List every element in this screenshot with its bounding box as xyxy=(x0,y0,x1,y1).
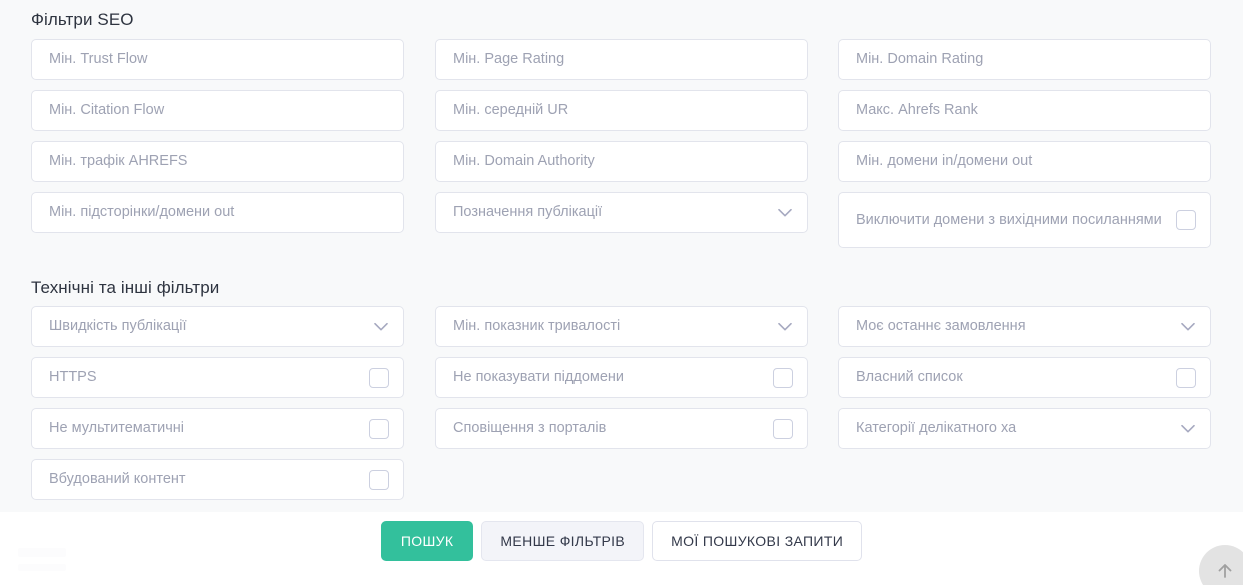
filter-page: Фільтри SEO Мін. Trust Flow Мін. Citation… xyxy=(0,0,1243,585)
filter-field-text[interactable]: Мін. Page Rating xyxy=(435,39,808,80)
technical-filters-column-3: Моє останнє замовлення Власний список Кате… xyxy=(838,306,1211,459)
filter-field-checkbox[interactable]: HTTPS xyxy=(31,357,404,398)
filter-field-label: Мін. домени in/домени out xyxy=(856,153,1033,169)
filter-checkbox[interactable] xyxy=(369,469,389,490)
filter-field-select[interactable]: Категорії делікатного ха xyxy=(838,408,1211,449)
filter-checkbox[interactable] xyxy=(369,418,389,439)
search-button[interactable]: ПОШУК xyxy=(380,521,474,561)
filter-field-text[interactable]: Мін. трафік AHREFS xyxy=(31,141,404,182)
filter-field-label: Сповіщення з порталів xyxy=(453,420,607,436)
filter-field-label: Мін. Domain Rating xyxy=(856,51,984,67)
filter-field-label: Мін. Domain Authority xyxy=(453,153,595,169)
filter-field-text[interactable]: Мін. Domain Authority xyxy=(435,141,808,182)
filter-field-label: Мін. трафік AHREFS xyxy=(49,153,188,169)
filter-field-label: Макс. Ahrefs Rank xyxy=(856,102,978,118)
filter-field-text[interactable]: Мін. домени in/домени out xyxy=(838,141,1211,182)
footer-placeholder-bar xyxy=(18,548,66,557)
filter-field-text[interactable]: Мін. Trust Flow xyxy=(31,39,404,80)
technical-filters-column-2: Мін. показник тривалості Не показувати пі… xyxy=(435,306,808,459)
filter-field-checkbox[interactable]: Не показувати піддомени xyxy=(435,357,808,398)
technical-filters-column-1: Швидкість публікації HTTPS Не мультитемати… xyxy=(31,306,404,510)
filter-field-text[interactable]: Мін. середній UR xyxy=(435,90,808,131)
chevron-down-icon[interactable] xyxy=(1181,424,1195,433)
technical-filters-heading: Технічні та інші фільтри xyxy=(31,278,220,297)
chevron-down-icon[interactable] xyxy=(778,322,792,331)
filter-field-text[interactable]: Мін. Domain Rating xyxy=(838,39,1211,80)
filter-field-label: Мін. Trust Flow xyxy=(49,51,148,67)
filter-field-label: Мін. показник тривалості xyxy=(453,318,621,334)
seo-filters-column-3: Мін. Domain Rating Макс. Ahrefs Rank Мін. … xyxy=(838,39,1211,258)
chevron-down-icon[interactable] xyxy=(374,322,388,331)
filter-field-label: Мін. Citation Flow xyxy=(49,102,165,118)
filter-field-checkbox[interactable]: Виключити домени з вихідними посиланнями xyxy=(838,192,1211,248)
filter-field-text[interactable]: Макс. Ahrefs Rank xyxy=(838,90,1211,131)
seo-filters-heading: Фільтри SEO xyxy=(31,10,134,29)
chevron-down-icon[interactable] xyxy=(778,208,792,217)
filter-field-label: Позначення публікації xyxy=(453,204,603,220)
filter-field-label: Мін. середній UR xyxy=(453,102,569,118)
filter-field-label: Виключити домени з вихідними посиланнями xyxy=(856,211,1162,228)
filter-field-label: HTTPS xyxy=(49,369,97,385)
fewer-filters-button[interactable]: МЕНШЕ ФІЛЬТРІВ xyxy=(481,521,645,561)
filter-field-label: Не показувати піддомени xyxy=(453,369,625,385)
filter-field-checkbox[interactable]: Вбудований контент xyxy=(31,459,404,500)
filter-field-label: Мін. Page Rating xyxy=(453,51,565,67)
filter-field-label: Моє останнє замовлення xyxy=(856,318,1026,334)
footer-placeholder-bar xyxy=(18,564,66,571)
filter-field-select[interactable]: Швидкість публікації xyxy=(31,306,404,347)
filter-checkbox[interactable] xyxy=(773,367,793,388)
filter-field-label: Швидкість публікації xyxy=(49,318,187,334)
filter-checkbox[interactable] xyxy=(369,367,389,388)
filter-field-label: Категорії делікатного ха xyxy=(856,420,1017,436)
filter-field-select[interactable]: Позначення публікації xyxy=(435,192,808,233)
filter-field-label: Власний список xyxy=(856,369,963,385)
filter-field-label: Не мультитематичні xyxy=(49,420,185,436)
filter-field-checkbox[interactable]: Власний список xyxy=(838,357,1211,398)
filter-field-label: Мін. підсторінки/домени out xyxy=(49,204,235,220)
filter-field-select[interactable]: Моє останнє замовлення xyxy=(838,306,1211,347)
filters-panel: Фільтри SEO Мін. Trust Flow Мін. Citation… xyxy=(0,0,1243,512)
filter-checkbox[interactable] xyxy=(773,418,793,439)
filter-field-checkbox[interactable]: Не мультитематичні xyxy=(31,408,404,449)
filter-actions: ПОШУК МЕНШЕ ФІЛЬТРІВ МОЇ ПОШУКОВІ ЗАПИТИ xyxy=(0,521,1243,561)
filter-field-text[interactable]: Мін. підсторінки/домени out xyxy=(31,192,404,233)
filter-field-label: Вбудований контент xyxy=(49,471,186,487)
filter-checkbox[interactable] xyxy=(1176,210,1196,230)
filter-field-select[interactable]: Мін. показник тривалості xyxy=(435,306,808,347)
seo-filters-column-2: Мін. Page Rating Мін. середній UR Мін. Dom… xyxy=(435,39,808,243)
arrow-up-icon xyxy=(1215,561,1235,581)
filter-field-text[interactable]: Мін. Citation Flow xyxy=(31,90,404,131)
chevron-down-icon[interactable] xyxy=(1181,322,1195,331)
my-search-queries-button[interactable]: МОЇ ПОШУКОВІ ЗАПИТИ xyxy=(652,521,863,561)
filter-checkbox[interactable] xyxy=(1176,367,1196,388)
filter-field-checkbox[interactable]: Сповіщення з порталів xyxy=(435,408,808,449)
seo-filters-column-1: Мін. Trust Flow Мін. Citation Flow Мін. тр… xyxy=(31,39,404,243)
